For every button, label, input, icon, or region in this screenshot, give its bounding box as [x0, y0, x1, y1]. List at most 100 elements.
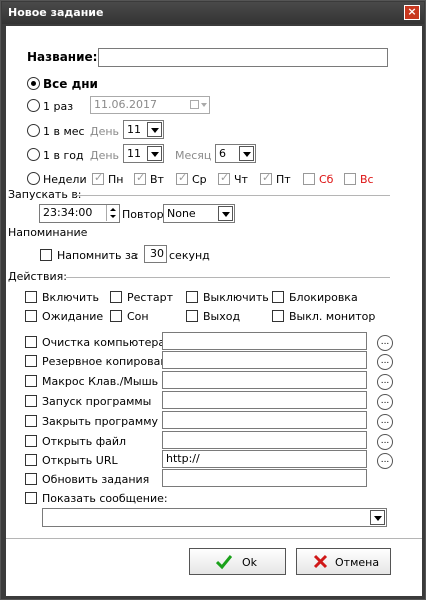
macro-input[interactable] — [162, 371, 367, 389]
checkbox-run-program[interactable] — [25, 395, 37, 407]
window-title: Новое задание — [8, 6, 104, 19]
checkbox-backup[interactable] — [25, 355, 37, 367]
chevron-down-icon — [147, 146, 162, 161]
yearly-month-select[interactable]: 6 — [215, 144, 256, 163]
cleanup-label: Очистка компьютера — [42, 336, 166, 349]
monthly-day-value: 11 — [127, 123, 141, 136]
open-url-label: Открыть URL — [42, 454, 118, 467]
once-label: 1 раз — [43, 100, 74, 113]
monthly-day-select[interactable]: 11 — [123, 120, 164, 139]
checkbox-standby[interactable] — [25, 310, 37, 322]
all-days-label: Все дни — [43, 77, 98, 91]
update-tasks-label: Обновить задания — [42, 473, 150, 486]
close-program-input[interactable] — [162, 411, 367, 429]
weekday-fri-label: Пт — [276, 173, 291, 186]
macro-label: Макрос Клав./Мышь — [42, 375, 159, 388]
name-input[interactable] — [98, 48, 388, 67]
remind-seconds-input[interactable]: 30 — [144, 245, 167, 263]
open-file-label: Открыть файл — [42, 435, 127, 448]
backup-input[interactable] — [162, 351, 367, 369]
checkbox-macro[interactable] — [25, 375, 37, 387]
weekday-thu-label: Чт — [234, 173, 248, 186]
checkbox-update-tasks[interactable] — [25, 473, 37, 485]
checkbox-shutdown[interactable] — [186, 291, 198, 303]
cleanup-input[interactable] — [162, 332, 367, 350]
radio-weeks[interactable] — [27, 172, 40, 185]
checkbox-power-on[interactable] — [25, 291, 37, 303]
checkbox-logoff[interactable] — [186, 310, 198, 322]
cancel-label: Отмена — [335, 556, 380, 569]
reminder-section-label: Напоминание — [8, 226, 88, 239]
show-message-label: Показать сообщение: — [42, 492, 168, 505]
checkbox-open-url[interactable] — [25, 454, 37, 466]
ok-button[interactable]: Ok — [189, 548, 286, 575]
yearly-day-select[interactable]: 11 — [123, 144, 164, 163]
repeat-select[interactable]: None — [163, 204, 235, 223]
browse-button-cleanup[interactable]: ... — [377, 335, 393, 351]
monitor-off-label: Выкл. монитор — [289, 310, 376, 323]
radio-all-days[interactable] — [27, 77, 40, 90]
radio-yearly[interactable] — [27, 148, 40, 161]
weekday-sun-label: Вс — [360, 173, 374, 186]
message-select[interactable] — [42, 508, 387, 527]
cancel-button[interactable]: Отмена — [296, 548, 391, 575]
checkbox-thu[interactable] — [218, 171, 230, 185]
dialog-client-area: Название: Все дни 1 раз 11.06.2017 1 в м… — [6, 26, 422, 596]
weekday-wed-label: Ср — [192, 173, 207, 186]
checkbox-mon[interactable] — [92, 171, 104, 185]
logoff-label: Выход — [203, 310, 241, 323]
checkbox-sun[interactable] — [344, 173, 356, 185]
checkbox-tue[interactable] — [134, 171, 146, 185]
yearly-day-value: 11 — [127, 147, 141, 160]
cross-path — [313, 554, 328, 569]
start-label: Запускать в: — [8, 188, 82, 201]
radio-once[interactable] — [27, 99, 40, 112]
remind-colon: : — [135, 249, 139, 262]
chevron-down-icon — [201, 103, 207, 107]
checkbox-sleep[interactable] — [110, 310, 122, 322]
checkbox-restart[interactable] — [110, 291, 122, 303]
weekday-tue-label: Вт — [150, 173, 164, 186]
start-time-value: 23:34:00 — [43, 206, 93, 219]
chevron-down-icon — [370, 510, 385, 525]
browse-button-open-url[interactable]: ... — [377, 453, 393, 469]
checkbox-open-file[interactable] — [25, 435, 37, 447]
open-url-input[interactable]: http:// — [162, 450, 367, 468]
weekday-mon-label: Пн — [108, 173, 124, 186]
browse-button-close-program[interactable]: ... — [377, 414, 393, 430]
checkmark-path — [216, 555, 232, 570]
checkbox-close-program[interactable] — [25, 415, 37, 427]
close-button[interactable]: × — [404, 5, 420, 20]
once-date-picker[interactable]: 11.06.2017 — [90, 96, 210, 114]
separator — [66, 277, 390, 278]
spinner-arrows-icon[interactable] — [106, 205, 119, 221]
browse-button-backup[interactable]: ... — [377, 354, 393, 370]
browse-button-open-file[interactable]: ... — [377, 434, 393, 450]
browse-button-macro[interactable]: ... — [377, 374, 393, 390]
close-program-label: Закрыть программу — [42, 415, 159, 428]
checkbox-monitor-off[interactable] — [272, 310, 284, 322]
checkbox-wed[interactable] — [176, 171, 188, 185]
checkbox-remind[interactable] — [40, 249, 52, 261]
checkbox-cleanup[interactable] — [25, 336, 37, 348]
browse-button-run-program[interactable]: ... — [377, 394, 393, 410]
start-time-input[interactable]: 23:34:00 — [39, 204, 120, 223]
yearly-day-label: День — [90, 149, 120, 162]
title-bar: Новое задание × — [2, 2, 424, 24]
ok-label: Ok — [242, 556, 258, 569]
shutdown-label: Выключить — [203, 291, 269, 304]
separator — [74, 195, 390, 196]
update-tasks-input[interactable] — [162, 469, 367, 487]
chevron-down-icon — [147, 122, 162, 137]
run-program-input[interactable] — [162, 391, 367, 409]
checkbox-show-message[interactable] — [25, 492, 37, 504]
yearly-month-label: Месяц — [175, 149, 212, 162]
checkbox-lock[interactable] — [272, 291, 284, 303]
radio-monthly[interactable] — [27, 124, 40, 137]
checkbox-sat[interactable] — [303, 173, 315, 185]
yearly-label: 1 в год — [43, 149, 84, 162]
open-file-input[interactable] — [162, 431, 367, 449]
remind-label: Напомнить за — [57, 249, 138, 262]
checkbox-fri[interactable] — [260, 171, 272, 185]
lock-label: Блокировка — [289, 291, 358, 304]
